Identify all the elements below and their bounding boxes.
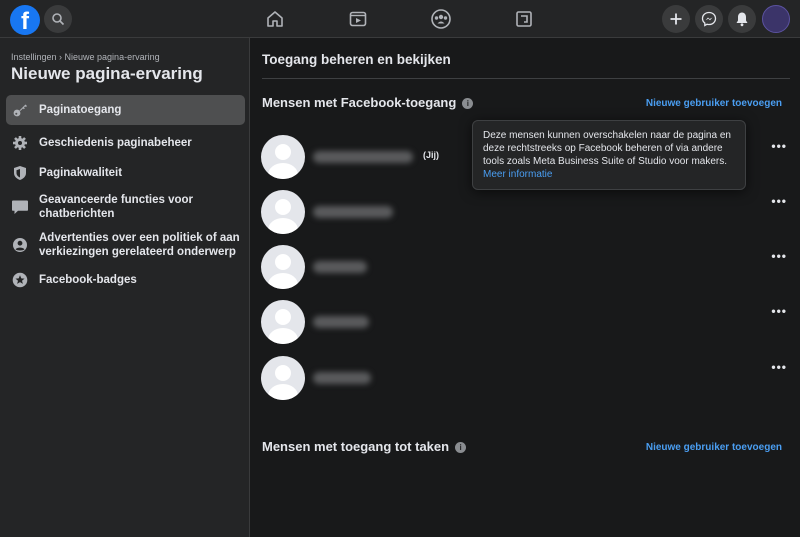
sidebar-item-label: Geavanceerde functies voor chatberichten: [39, 194, 194, 220]
more-options-icon[interactable]: •••: [771, 139, 787, 153]
key-icon: [11, 101, 29, 119]
user-avatar[interactable]: [261, 245, 305, 289]
add-user-link[interactable]: Nieuwe gebruiker toevoegen: [646, 442, 782, 453]
notifications-icon: [736, 12, 748, 27]
search-button[interactable]: [44, 5, 72, 33]
breadcrumb[interactable]: Instellingen › Nieuwe pagina-ervaring: [11, 52, 160, 62]
person-row: •••: [261, 245, 791, 289]
info-icon[interactable]: i: [455, 442, 467, 453]
sidebar-item-facebook-badges[interactable]: Facebook-badges: [6, 269, 245, 291]
user-name-blurred[interactable]: [313, 316, 369, 328]
tooltip-text: Deze mensen kunnen overschakelen naar de…: [483, 130, 731, 167]
sidebar-item-label: Facebook-badges: [39, 274, 137, 286]
user-avatar[interactable]: [261, 356, 305, 400]
main-content: Toegang beheren en bekijken Mensen met F…: [251, 38, 800, 537]
more-options-icon[interactable]: •••: [771, 304, 787, 318]
nav-gaming-button[interactable]: [512, 7, 536, 31]
top-navigation-bar: f: [0, 0, 800, 38]
nav-home-button[interactable]: [263, 7, 287, 31]
sidebar-item-label: Geschiedenis paginabeheer: [39, 137, 192, 149]
user-avatar[interactable]: [261, 190, 305, 234]
page-title: Toegang beheren en bekijken: [262, 52, 451, 67]
user-avatar[interactable]: [261, 135, 305, 179]
chat-bubble-icon: [11, 198, 29, 216]
more-options-icon[interactable]: •••: [771, 194, 787, 208]
nav-watch-button[interactable]: [346, 7, 370, 31]
section-title-facebook-access: Mensen met Facebook-toegang i: [262, 95, 474, 110]
home-icon: [267, 11, 283, 27]
sidebar-item-label: Advertenties over een politiek of aan ve…: [39, 232, 240, 258]
settings-sidebar: Instellingen › Nieuwe pagina-ervaring Ni…: [0, 38, 250, 537]
gear-icon: [11, 134, 29, 152]
person-circle-icon: [11, 236, 29, 254]
sidebar-item-label: Paginatoegang: [39, 104, 122, 116]
gaming-icon: [516, 11, 532, 27]
sidebar-item-advertenties-politiek[interactable]: Advertenties over een politiek of aan ve…: [6, 229, 245, 261]
plus-icon: [670, 13, 682, 25]
section-title-text: Mensen met toegang tot taken: [262, 439, 450, 454]
more-info-link[interactable]: Meer informatie: [483, 169, 552, 180]
user-name-blurred[interactable]: [313, 151, 413, 163]
user-avatar[interactable]: [261, 300, 305, 344]
watch-icon: [349, 11, 367, 27]
search-icon: [52, 13, 65, 26]
sidebar-item-paginatoegang[interactable]: Paginatoegang: [6, 95, 245, 125]
sidebar-item-paginakwaliteit[interactable]: Paginakwaliteit: [6, 162, 245, 184]
star-badge-icon: [11, 271, 29, 289]
section-title-task-access: Mensen met toegang tot taken i: [262, 439, 467, 454]
create-button[interactable]: [662, 5, 690, 33]
user-name-blurred[interactable]: [313, 261, 367, 273]
sidebar-item-geschiedenis[interactable]: Geschiedenis paginabeheer: [6, 132, 245, 154]
nav-groups-button[interactable]: [429, 7, 453, 31]
sidebar-title: Nieuwe pagina-ervaring: [11, 64, 203, 83]
add-user-link[interactable]: Nieuwe gebruiker toevoegen: [646, 98, 782, 109]
person-row: •••: [261, 356, 791, 400]
section-title-text: Mensen met Facebook-toegang: [262, 95, 457, 110]
groups-icon: [431, 9, 451, 29]
person-row: •••: [261, 190, 791, 234]
more-options-icon[interactable]: •••: [771, 360, 787, 374]
user-name-blurred[interactable]: [313, 206, 393, 218]
facebook-logo[interactable]: f: [10, 5, 40, 35]
info-tooltip: Deze mensen kunnen overschakelen naar de…: [472, 120, 746, 190]
messenger-icon: [701, 11, 717, 27]
user-name-blurred[interactable]: [313, 372, 371, 384]
notifications-button[interactable]: [728, 5, 756, 33]
sidebar-item-chatberichten[interactable]: Geavanceerde functies voor chatberichten: [6, 191, 245, 223]
person-row: •••: [261, 300, 791, 344]
info-icon[interactable]: i: [462, 98, 474, 109]
account-avatar[interactable]: [762, 5, 790, 33]
messenger-button[interactable]: [695, 5, 723, 33]
sidebar-item-label: Paginakwaliteit: [39, 167, 123, 179]
shield-icon: [11, 164, 29, 182]
you-label: (Jij): [423, 150, 440, 160]
more-options-icon[interactable]: •••: [771, 249, 787, 263]
divider: [262, 78, 790, 79]
